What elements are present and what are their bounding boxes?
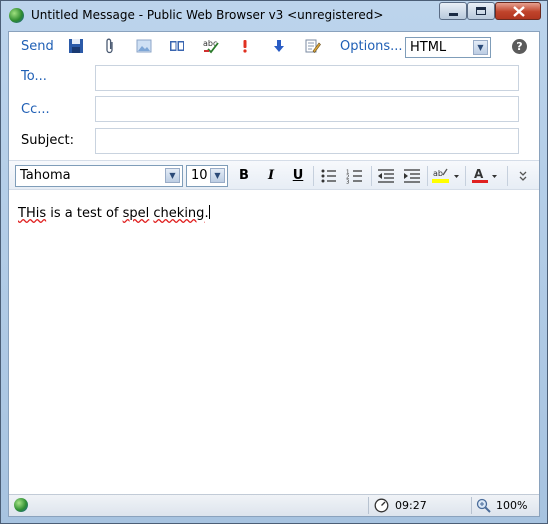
to-field[interactable] bbox=[95, 65, 519, 91]
spell-check-icon[interactable]: abc bbox=[203, 38, 219, 54]
minimize-button[interactable] bbox=[439, 2, 467, 20]
highlight-color-icon[interactable]: ab bbox=[430, 166, 462, 186]
subject-label: Subject: bbox=[21, 133, 74, 148]
cc-button[interactable]: Cc... bbox=[21, 102, 50, 117]
message-body-text[interactable]: THis is a test of spel cheking. bbox=[18, 205, 210, 221]
help-icon[interactable]: ? bbox=[512, 39, 527, 54]
cc-field[interactable] bbox=[95, 96, 519, 122]
browser-window: Untitled Message - Public Web Browser v3… bbox=[0, 0, 548, 524]
send-button[interactable]: Send bbox=[21, 39, 54, 54]
toolbar-separator bbox=[427, 166, 428, 186]
to-button[interactable]: To... bbox=[21, 69, 47, 84]
toolbar-separator bbox=[465, 166, 466, 186]
svg-text:A: A bbox=[474, 167, 484, 181]
save-icon[interactable] bbox=[68, 38, 84, 54]
underline-button[interactable]: U bbox=[287, 166, 309, 186]
maximize-button[interactable] bbox=[467, 2, 495, 20]
status-separator bbox=[368, 497, 369, 514]
font-family-select[interactable]: Tahoma ▼ bbox=[15, 165, 183, 187]
chevron-down-icon: ▼ bbox=[165, 168, 180, 183]
chevron-double-down-icon[interactable] bbox=[512, 166, 534, 186]
toolbar-separator bbox=[313, 166, 314, 186]
message-toolbar: Send abc Options... HTML ▼ ? bbox=[9, 32, 539, 60]
italic-button[interactable]: I bbox=[260, 166, 282, 186]
status-separator bbox=[471, 497, 472, 514]
format-select-value: HTML bbox=[410, 40, 447, 55]
misspelled-word: cheking bbox=[153, 206, 205, 221]
subject-field[interactable] bbox=[95, 128, 519, 154]
formatting-toolbar: Tahoma ▼ 10 ▼ B I U 123 ab A bbox=[9, 160, 539, 190]
low-importance-icon[interactable] bbox=[271, 38, 287, 54]
options-button[interactable]: Options... bbox=[340, 39, 403, 54]
format-select[interactable]: HTML ▼ bbox=[405, 37, 491, 58]
toolbar-separator bbox=[371, 166, 372, 186]
message-body-editor[interactable]: THis is a test of spel cheking. bbox=[9, 190, 539, 494]
message-client: Send abc Options... HTML ▼ ? To... Cc...… bbox=[8, 31, 540, 517]
font-color-icon[interactable]: A bbox=[469, 166, 501, 186]
high-importance-icon[interactable] bbox=[237, 38, 253, 54]
decrease-indent-icon[interactable] bbox=[375, 166, 397, 186]
window-title: Untitled Message - Public Web Browser v3… bbox=[31, 8, 384, 22]
close-icon bbox=[513, 6, 525, 17]
globe-icon bbox=[14, 498, 28, 512]
status-time: 09:27 bbox=[395, 499, 427, 512]
address-book-icon[interactable] bbox=[169, 38, 185, 54]
zoom-icon[interactable] bbox=[476, 498, 491, 513]
increase-indent-icon[interactable] bbox=[401, 166, 423, 186]
font-size-value: 10 bbox=[191, 168, 208, 183]
minimize-icon bbox=[449, 13, 458, 16]
numbered-list-icon[interactable]: 123 bbox=[344, 166, 366, 186]
maximize-icon bbox=[476, 7, 486, 15]
svg-text:ab: ab bbox=[433, 169, 443, 178]
globe-icon bbox=[9, 8, 24, 23]
attach-icon[interactable] bbox=[102, 38, 118, 54]
close-button[interactable] bbox=[495, 2, 541, 20]
status-zoom[interactable]: 100% bbox=[496, 499, 527, 512]
edit-icon[interactable] bbox=[305, 38, 321, 54]
status-bar: 09:27 100% bbox=[9, 494, 539, 516]
font-family-value: Tahoma bbox=[20, 168, 71, 183]
body-text-segment: is a test of bbox=[46, 206, 123, 221]
title-bar[interactable]: Untitled Message - Public Web Browser v3… bbox=[1, 1, 547, 31]
clock-icon bbox=[374, 498, 389, 513]
toolbar-separator bbox=[507, 166, 508, 186]
chevron-down-icon: ▼ bbox=[473, 40, 488, 55]
misspelled-word: THis bbox=[18, 206, 47, 221]
insert-image-icon[interactable] bbox=[136, 38, 152, 54]
bold-button[interactable]: B bbox=[233, 166, 255, 186]
chevron-down-icon: ▼ bbox=[210, 168, 225, 183]
bullet-list-icon[interactable] bbox=[318, 166, 340, 186]
misspelled-word: spel bbox=[122, 206, 150, 221]
text-caret bbox=[208, 205, 210, 219]
font-size-select[interactable]: 10 ▼ bbox=[186, 165, 228, 187]
svg-text:3: 3 bbox=[346, 180, 350, 186]
